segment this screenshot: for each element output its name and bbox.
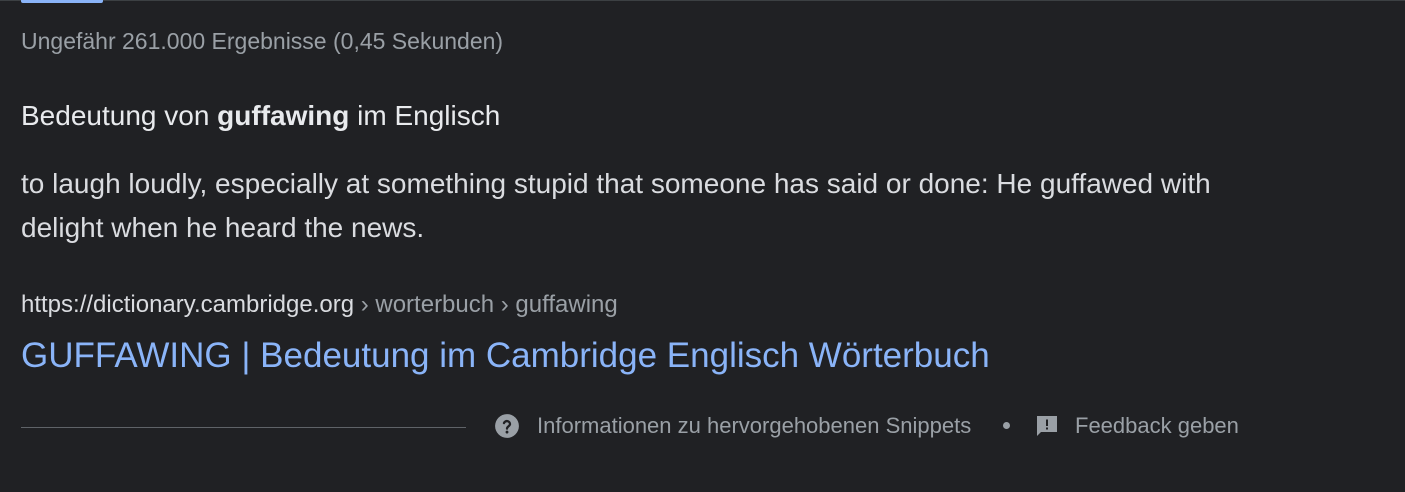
featured-snippet-heading: Bedeutung von guffawing im Englisch: [21, 100, 500, 132]
snippet-info-label[interactable]: Informationen zu hervorgehobenen Snippet…: [537, 413, 971, 439]
source-url-breadcrumb[interactable]: https://dictionary.cambridge.org › worte…: [21, 291, 618, 319]
feedback-icon: [1037, 416, 1057, 436]
definition-text: to laugh loudly, especially at something…: [21, 168, 1211, 243]
source-path[interactable]: › worterbuch › guffawing: [354, 291, 618, 318]
source-domain[interactable]: https://dictionary.cambridge.org: [21, 291, 354, 318]
separator-dot: [1003, 422, 1010, 429]
top-divider: [0, 0, 1405, 1]
snippet-info-link[interactable]: Informationen zu hervorgehobenen Snippet…: [494, 413, 971, 439]
result-title-link[interactable]: GUFFAWING | Bedeutung im Cambridge Engli…: [21, 336, 990, 376]
feedback-label[interactable]: Feedback geben: [1075, 413, 1239, 439]
feedback-link[interactable]: Feedback geben: [1035, 413, 1239, 439]
heading-prefix: Bedeutung von: [21, 100, 218, 131]
help-circle-icon: [495, 414, 519, 438]
heading-suffix: im Englisch: [349, 100, 501, 131]
result-stats: Ungefähr 261.000 Ergebnisse (0,45 Sekund…: [21, 28, 504, 54]
heading-term: guffawing: [217, 100, 350, 131]
active-tab-indicator: [21, 0, 103, 3]
footer-divider: [21, 427, 466, 428]
